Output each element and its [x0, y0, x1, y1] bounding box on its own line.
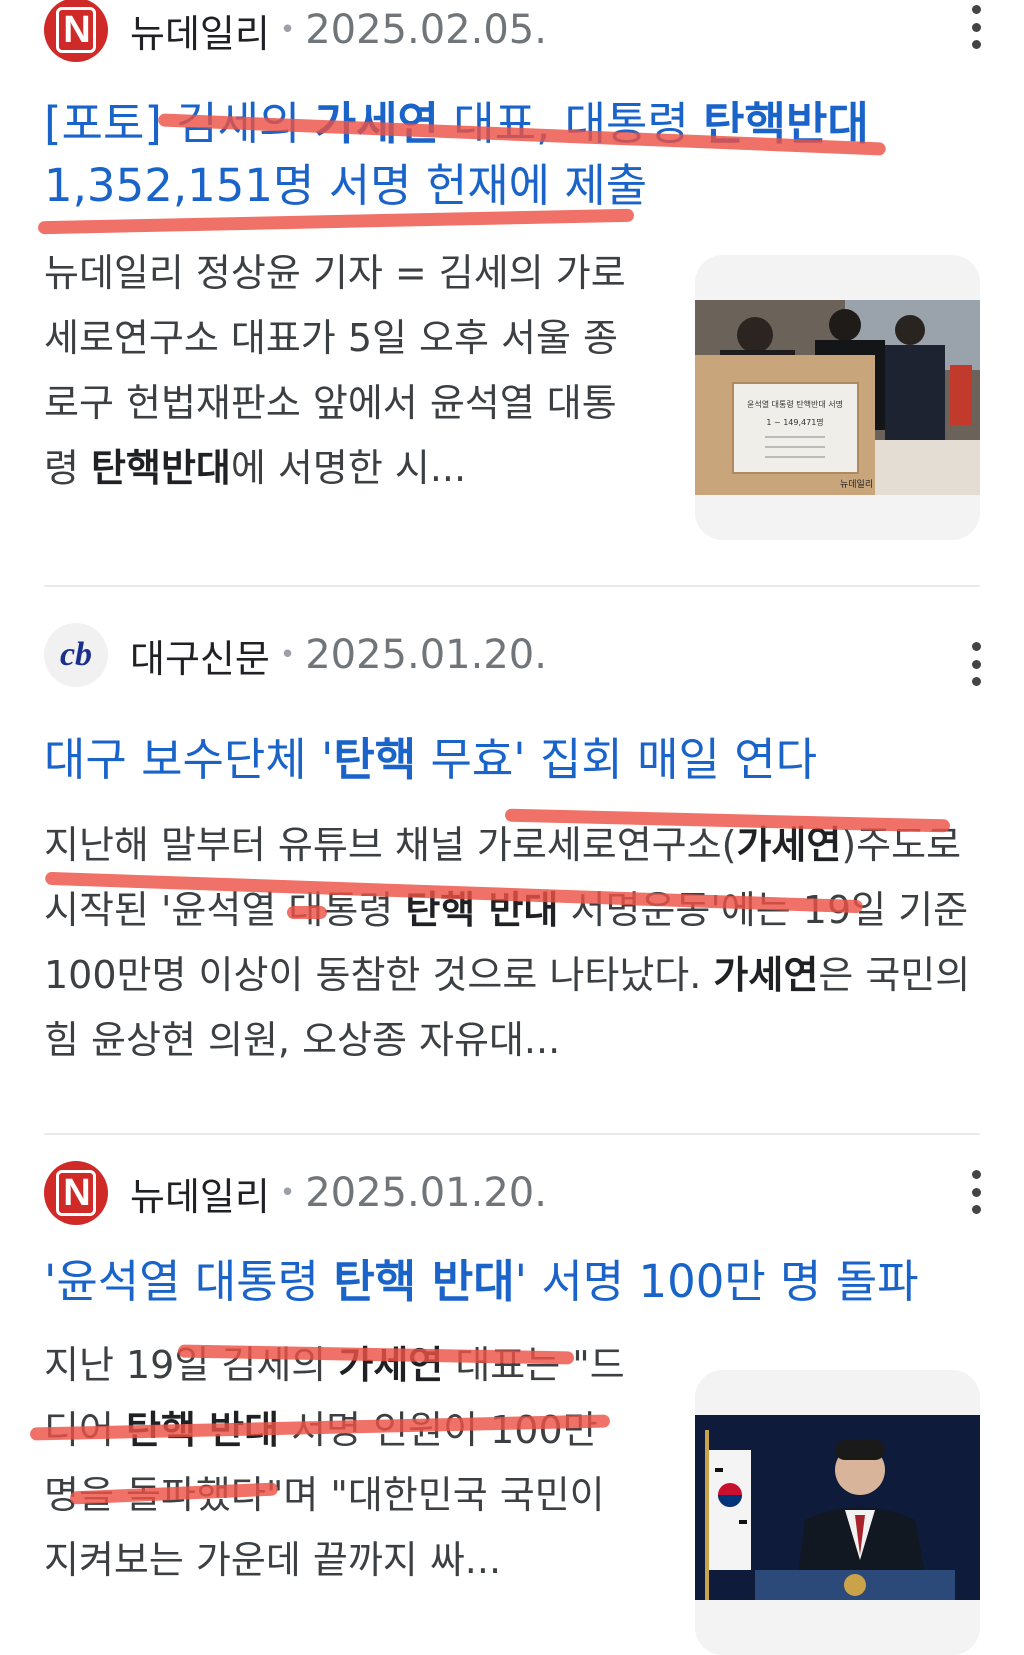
- highlight-mark: [287, 906, 327, 919]
- result-thumbnail[interactable]: 윤석열 대통령 탄핵반대 서명 1 ~ 149,471명 뉴데일리: [695, 255, 980, 540]
- thumb-box-label: 윤석열 대통령 탄핵반대 서명: [747, 399, 843, 409]
- search-result: N 뉴데일리 • 2025.02.05. [포토] 김세의 가세연 대표, 대통…: [0, 0, 1024, 560]
- result-thumbnail[interactable]: [695, 1370, 980, 1655]
- result-snippet: 지난 19일 김세의 가세연 대표는 "드디어 탄핵 반대 서명 인원이 100…: [44, 1343, 625, 1582]
- result-snippet: 지난해 말부터 유튜브 채널 가로세로연구소(가세연)주도로 시작된 '윤석열 …: [44, 823, 971, 1062]
- publish-date: 2025.01.20.: [305, 1170, 547, 1216]
- thumb-watermark: 뉴데일리: [840, 479, 873, 490]
- source-name: 뉴데일리: [130, 11, 270, 56]
- separator-dot: •: [279, 1178, 296, 1208]
- more-vert-icon[interactable]: [970, 1170, 982, 1214]
- source-name: 뉴데일리: [130, 1174, 270, 1219]
- result-title[interactable]: [포토] 김세의 가세연 대표, 대통령 탄핵반대 1,352,151명 서명 …: [44, 93, 974, 217]
- separator-dot: •: [279, 15, 296, 45]
- source-row[interactable]: cb 대구신문 • 2025.01.20.: [44, 620, 547, 690]
- result-divider: [44, 1133, 980, 1135]
- newdaily-logo-icon: N: [44, 1161, 108, 1225]
- result-title[interactable]: 대구 보수단체 '탄핵 무효' 집회 매일 연다: [44, 729, 980, 791]
- source-row[interactable]: N 뉴데일리 • 2025.02.05.: [44, 0, 547, 65]
- result-snippet: 뉴데일리 정상윤 기자 = 김세의 가로세로연구소 대표가 5일 오후 서울 종…: [44, 251, 626, 490]
- daegu-shinmun-logo-icon: cb: [44, 623, 108, 687]
- search-result: cb 대구신문 • 2025.01.20. 대구 보수단체 '탄핵 무효' 집회…: [0, 590, 1024, 1130]
- source-name: 대구신문: [130, 636, 270, 681]
- newdaily-logo-icon: N: [44, 0, 108, 62]
- source-row[interactable]: N 뉴데일리 • 2025.01.20.: [44, 1158, 547, 1228]
- publish-date: 2025.01.20.: [305, 632, 547, 678]
- result-title[interactable]: '윤석열 대통령 탄핵 반대' 서명 100만 명 돌파: [44, 1251, 980, 1313]
- result-divider: [44, 585, 980, 587]
- thumb-box-count: 1 ~ 149,471명: [766, 417, 823, 427]
- more-vert-icon[interactable]: [970, 5, 982, 49]
- separator-dot: •: [279, 640, 296, 670]
- search-result: N 뉴데일리 • 2025.01.20. '윤석열 대통령 탄핵 반대' 서명 …: [0, 1140, 1024, 1655]
- more-vert-icon[interactable]: [970, 642, 982, 686]
- publish-date: 2025.02.05.: [305, 7, 547, 53]
